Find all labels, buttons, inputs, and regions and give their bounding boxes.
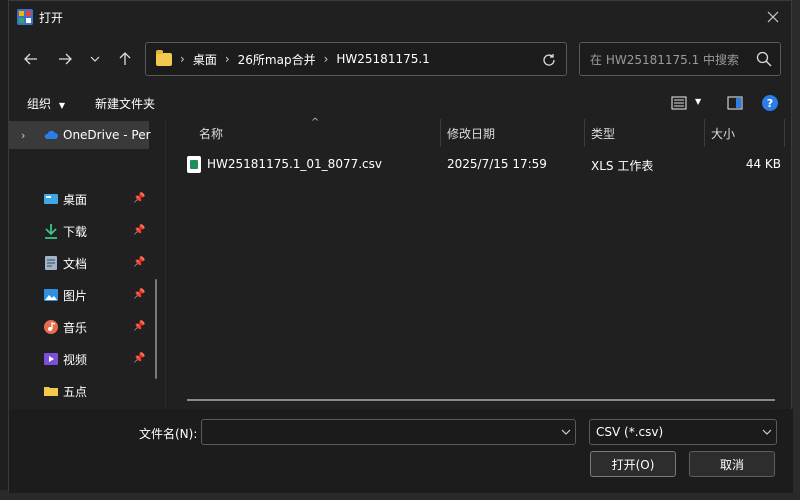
organize-button[interactable]: 组织 ▼	[27, 95, 65, 112]
help-icon[interactable]: ?	[762, 95, 778, 111]
command-bar: 组织 ▼ 新建文件夹 ▼ ?	[9, 87, 793, 119]
file-row[interactable]: HW25181175.1_01_8077.csv 2025/7/15 17:59…	[187, 153, 787, 177]
arrow-right-icon	[59, 53, 72, 65]
search-input[interactable]: 在 HW25181175.1 中搜索	[579, 42, 781, 76]
horizontal-scrollbar[interactable]	[187, 399, 775, 401]
forward-button[interactable]	[53, 47, 77, 71]
sort-ascending-icon: ^	[311, 117, 320, 128]
view-options-caret-icon[interactable]: ▼	[695, 97, 701, 106]
sidebar-item-label: 桌面	[63, 192, 88, 207]
file-size: 44 KB	[745, 157, 781, 171]
up-button[interactable]	[113, 47, 137, 71]
preview-pane-icon[interactable]	[727, 95, 743, 111]
folder-icon	[156, 49, 172, 66]
breadcrumb-folder[interactable]: 26所map合并	[238, 51, 316, 68]
chevron-right-icon: ›	[21, 128, 26, 142]
picture-icon	[44, 289, 58, 301]
csv-file-icon	[187, 156, 201, 173]
filename-label: 文件名(N):	[139, 427, 198, 441]
app-icon	[17, 9, 33, 25]
file-date: 2025/7/15 17:59	[447, 157, 547, 171]
column-divider[interactable]	[704, 119, 705, 147]
refresh-button[interactable]	[538, 49, 560, 71]
column-divider[interactable]	[784, 119, 785, 147]
sidebar-item-label: 音乐	[63, 320, 88, 335]
sidebar-item-label: 五点	[63, 384, 88, 399]
file-list: ^ 名称 修改日期 类型 大小 HW25181175.1_01_8077.csv…	[169, 117, 793, 409]
folder-icon	[44, 387, 58, 396]
sidebar-item-onedrive[interactable]: › OneDrive - Per	[9, 121, 151, 149]
column-header-date[interactable]: 修改日期	[447, 119, 495, 147]
chevron-right-icon: ›	[323, 52, 329, 66]
column-header-type[interactable]: 类型	[591, 119, 615, 147]
file-name: HW25181175.1_01_8077.csv	[207, 157, 382, 171]
sidebar-item-label: 视频	[63, 352, 88, 367]
pane-divider[interactable]	[165, 119, 166, 409]
column-header-name[interactable]: 名称	[199, 119, 223, 147]
video-icon	[44, 353, 58, 365]
view-list-icon[interactable]	[671, 95, 687, 111]
dialog-footer: 文件名(N): CSV (*.csv) 打开(O) 取消	[9, 409, 793, 493]
chevron-right-icon: ›	[180, 52, 185, 66]
pin-icon: 📌	[133, 225, 146, 236]
cancel-button[interactable]: 取消	[689, 451, 775, 477]
window-title: 打开	[39, 11, 64, 25]
filetype-select[interactable]: CSV (*.csv)	[589, 419, 777, 445]
sidebar-item-label: 图片	[63, 288, 88, 303]
chevron-down-icon	[90, 56, 100, 62]
sidebar-item-desktop[interactable]: 桌面 📌	[9, 185, 149, 213]
recent-locations-button[interactable]	[83, 47, 107, 71]
breadcrumb-current[interactable]: HW25181175.1	[336, 52, 429, 66]
column-divider[interactable]	[440, 119, 441, 147]
sidebar-item-label: 文档	[63, 256, 88, 271]
search-icon	[756, 51, 772, 67]
chevron-down-icon	[762, 429, 772, 435]
arrow-left-icon	[24, 53, 37, 65]
sidebar-item-wudian[interactable]: 五点	[9, 377, 149, 405]
filetype-dropdown-arrow[interactable]	[757, 419, 777, 445]
music-icon	[44, 320, 58, 334]
column-divider[interactable]	[584, 119, 585, 147]
pin-icon: 📌	[133, 321, 146, 332]
close-button[interactable]	[761, 5, 785, 29]
sidebar-scrollbar[interactable]	[155, 279, 157, 379]
close-icon	[767, 11, 779, 23]
caret-down-icon: ▼	[58, 101, 65, 110]
sidebar-item-documents[interactable]: 文档 📌	[9, 249, 149, 277]
chevron-right-icon: ›	[224, 52, 230, 66]
pin-icon: 📌	[133, 193, 146, 204]
document-icon	[45, 256, 57, 270]
sidebar-item-pictures[interactable]: 图片 📌	[9, 281, 149, 309]
navigation-pane: › OneDrive - Per 桌面 📌 下载 📌 文档 📌 图片 📌 音乐	[9, 119, 161, 409]
desktop-icon	[44, 194, 58, 204]
open-button[interactable]: 打开(O)	[590, 451, 676, 477]
sidebar-item-label: OneDrive - Per	[63, 128, 151, 142]
sidebar-item-music[interactable]: 音乐 📌	[9, 313, 149, 341]
file-type: XLS 工作表	[591, 159, 654, 173]
filename-input[interactable]	[201, 419, 576, 445]
organize-label: 组织	[27, 97, 52, 111]
address-bar[interactable]: › 桌面 › 26所map合并 › HW25181175.1	[145, 42, 567, 76]
download-icon	[45, 224, 57, 239]
breadcrumb-desktop[interactable]: 桌面	[193, 51, 217, 68]
title-bar: 打开	[9, 1, 793, 33]
open-file-dialog: 打开 › 桌面 › 26所map合并 › HW25181175.1 在 HW25…	[8, 0, 793, 493]
search-placeholder: 在 HW25181175.1 中搜索	[590, 52, 740, 67]
new-folder-button[interactable]: 新建文件夹	[95, 95, 155, 112]
pin-icon: 📌	[133, 353, 146, 364]
back-button[interactable]	[19, 47, 43, 71]
cloud-icon	[44, 130, 58, 139]
sidebar-item-label: 下载	[63, 224, 88, 239]
pin-icon: 📌	[133, 289, 146, 300]
pin-icon: 📌	[133, 257, 146, 268]
refresh-icon	[543, 54, 555, 66]
sidebar-item-downloads[interactable]: 下载 📌	[9, 217, 149, 245]
chevron-down-icon	[561, 429, 571, 435]
filetype-value: CSV (*.csv)	[596, 425, 664, 439]
column-header-size[interactable]: 大小	[711, 119, 735, 147]
navigation-bar: › 桌面 › 26所map合并 › HW25181175.1 在 HW25181…	[9, 33, 793, 85]
filename-history-dropdown[interactable]	[556, 419, 576, 445]
sidebar-item-videos[interactable]: 视频 📌	[9, 345, 149, 373]
arrow-up-icon	[119, 52, 131, 65]
